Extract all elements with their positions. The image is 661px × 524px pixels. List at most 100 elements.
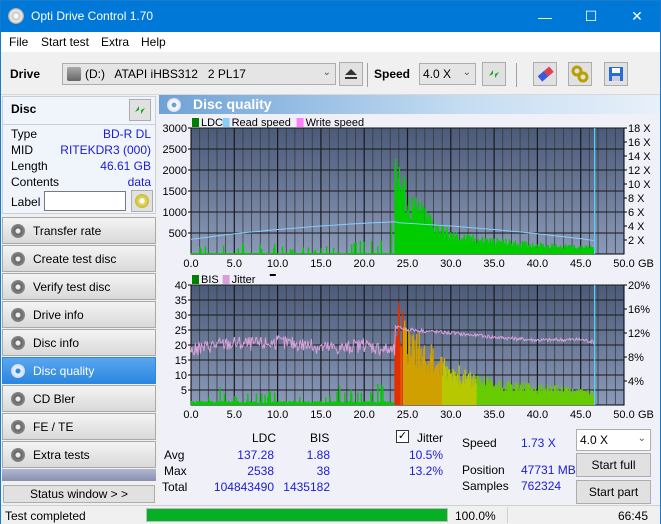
x-tick-label: 5.0 [227,409,242,421]
progress-text: 100.0% [455,509,496,523]
nav-filler [2,469,156,481]
eraser-icon [537,66,554,82]
panel-header: Disc quality [159,95,660,114]
y-right-tick-label: 12% [628,328,650,340]
x-tick-label: 0.0 [183,409,198,421]
x-tick-label: 15.0 [310,409,331,421]
refresh-button[interactable] [482,62,506,86]
drive-icon [67,67,81,81]
disc-contents-key: Contents [11,175,60,189]
options-button[interactable] [568,62,592,86]
data-bar [273,243,276,254]
chevron-down-icon: ⌄ [637,433,646,444]
menu-file[interactable]: File [9,35,28,49]
y-tick-label: 2500 [163,144,187,156]
drive-select[interactable]: (D:) ATAPI iHBS312 2 PL17 ⌄ [62,63,336,85]
disc-label-input[interactable] [44,191,126,211]
status-divider [507,507,508,523]
nav-cd-bler[interactable]: CD Bler [2,385,156,412]
disc-refresh-button[interactable] [129,99,151,121]
transfer-rate-icon [11,224,25,238]
max-bis: 38 [316,464,330,478]
toolbar-separator [516,63,517,87]
data-bar [273,392,276,405]
x-tick-label: 10.0 [267,258,288,270]
legend-label: LDC [201,117,223,129]
nav-verify-test-disc[interactable]: Verify test disc [2,273,156,300]
row-avg-label: Avg [164,448,185,462]
y-tick-label: 1000 [163,207,187,219]
nav-extra-tests[interactable]: Extra tests [2,441,156,468]
y-tick-label: 2000 [163,165,187,177]
disc-label-button[interactable] [131,190,153,212]
start-part-button[interactable]: Start part [576,480,651,504]
y-right-tick-label: 14 X [628,151,651,163]
nav-drive-info[interactable]: Drive info [2,301,156,328]
y-right-tick-label: 16 X [628,137,651,149]
disc-length-key: Length [11,159,48,173]
app-disc-icon [8,8,24,24]
total-bis: 1435182 [283,480,330,494]
chevron-down-icon: ⌄ [462,67,471,78]
test-speed-select[interactable]: 4.0 X ⌄ [576,429,651,451]
legend-swatch [296,118,304,127]
y-tick-label: 10 [175,370,187,382]
total-ldc: 104843490 [213,480,274,494]
disc-contents-value: data [127,175,151,189]
menu-extra[interactable]: Extra [101,35,129,49]
y-right-tick-label: 12 X [628,165,651,177]
maximize-button[interactable]: ☐ [568,1,614,32]
nav-transfer-rate[interactable]: Transfer rate [2,217,156,244]
y-tick-label: 35 [175,295,187,307]
x-tick-label: 30.0 [440,409,461,421]
create-disc-icon [11,252,25,266]
speed-select[interactable]: 4.0 X ⌄ [419,63,476,85]
minimize-button[interactable]: — [522,1,568,32]
y-right-tick-label: 18 X [628,123,651,135]
disc-panel: Disc Type BD-R DL MID RITEKDR3 (000) Len… [2,96,156,214]
y-right-tick-label: 10 X [628,179,651,191]
disc-length-value: 46.61 GB [100,159,151,173]
legend-label: Read speed [232,117,291,129]
nav-create-test-disc[interactable]: Create test disc [2,245,156,272]
x-tick-label: 20.0 [353,258,374,270]
data-bar [377,383,379,405]
menu-help[interactable]: Help [141,35,166,49]
nav-disc-quality[interactable]: Disc quality [2,357,156,384]
data-bar [353,242,356,254]
nav-disc-info[interactable]: Disc info [2,329,156,356]
data-bar [281,246,284,254]
x-tick-label: 40.0 [527,258,548,270]
legend-swatch [222,118,230,127]
extra-tests-icon [11,448,25,462]
status-window-button[interactable]: Status window > > [3,485,155,503]
data-bar [242,245,245,254]
y-right-tick-label: 4 X [628,221,645,233]
disc-quality-icon [167,98,181,112]
data-bar [377,246,379,254]
x-tick-label: 20.0 [353,409,374,421]
x-tick-label: 35.0 [483,409,504,421]
legend-swatch [192,275,199,284]
erase-button[interactable] [533,62,557,86]
menu-start-test[interactable]: Start test [41,35,89,49]
chain-icon [571,65,589,83]
jitter-checkbox[interactable]: ✓ [396,430,409,443]
data-bar [355,242,357,254]
nav-fe-te[interactable]: FE / TE [2,413,156,440]
jitter-label: Jitter [417,431,444,445]
max-ldc: 2538 [247,464,274,478]
legend-label: Jitter [232,274,256,286]
data-bar [390,223,393,254]
start-full-button[interactable]: Start full [576,453,651,477]
data-bar [380,384,382,405]
x-tick-label: 40.0 [527,409,548,421]
x-tick-label: 50.0 [613,258,634,270]
x-tick-label: 50.0 [613,409,634,421]
verify-disc-icon [11,280,25,294]
speed-value: 1.73 X [521,436,556,450]
save-button[interactable] [604,62,628,86]
eject-button[interactable] [339,62,363,86]
close-button[interactable]: ✕ [614,1,660,32]
x-tick-label: 10.0 [267,409,288,421]
